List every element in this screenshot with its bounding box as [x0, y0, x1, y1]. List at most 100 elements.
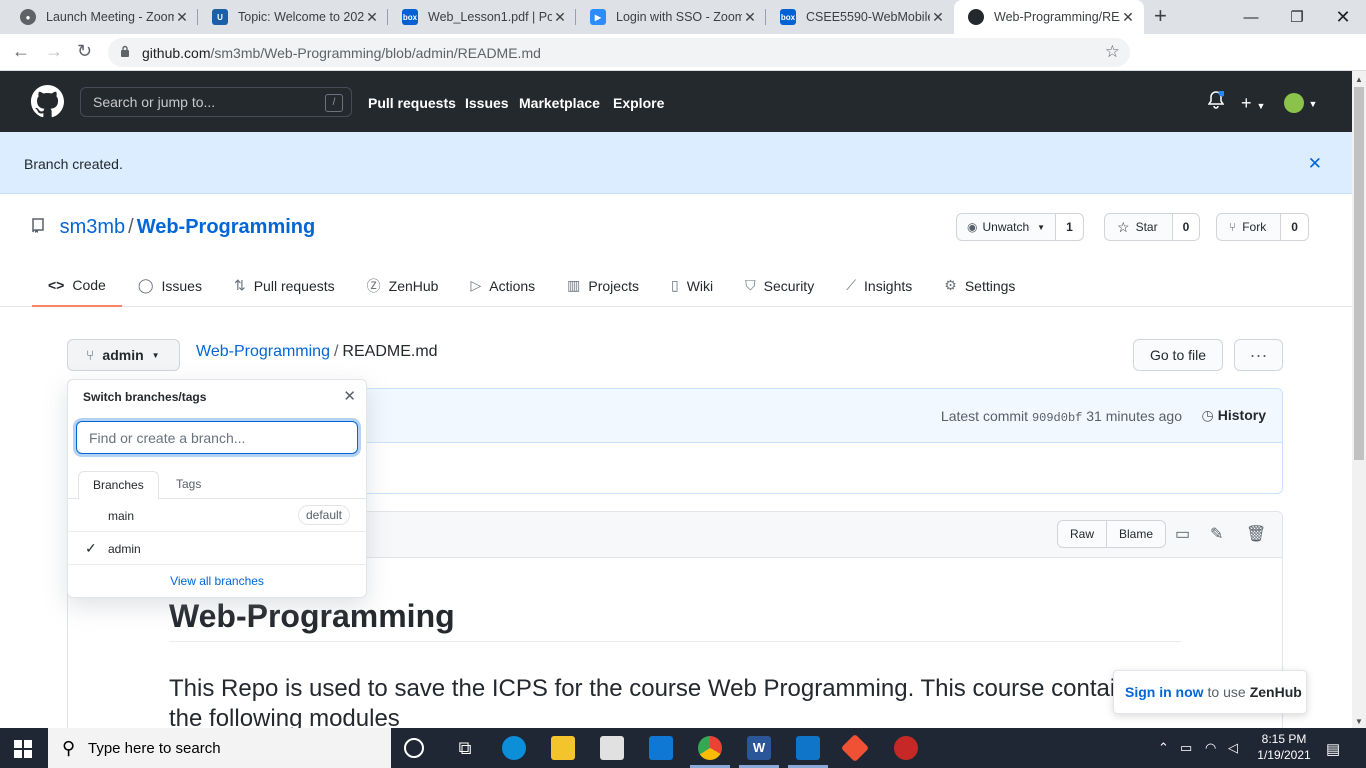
close-tab-icon[interactable]: ✕	[174, 9, 190, 26]
browser-tab[interactable]: ▶ Login with SSO - Zoom ✕	[576, 0, 766, 34]
branch-filter-input[interactable]: Find or create a branch...	[76, 421, 358, 454]
new-tab-icon[interactable]: +	[1154, 5, 1167, 27]
scroll-up-icon[interactable]: ▲	[1355, 75, 1363, 84]
browser-tab-active[interactable]: Web-Programming/RE/ ✕	[954, 0, 1144, 34]
mail-icon[interactable]	[649, 736, 673, 760]
watch-button[interactable]: ◉ Unwatch ▼ 1	[956, 213, 1084, 241]
tab-issues[interactable]: ◯ Issues	[122, 264, 218, 307]
back-icon[interactable]: ←	[12, 41, 30, 62]
wifi-icon[interactable]: ◠	[1205, 740, 1216, 756]
close-tab-icon[interactable]: ✕	[364, 9, 380, 26]
store-icon[interactable]	[600, 736, 624, 760]
zoom-icon: ▶	[590, 9, 606, 25]
tab-security[interactable]: ⛉ Security	[729, 264, 830, 307]
windows-start-icon[interactable]	[14, 740, 32, 758]
tab-pull-requests[interactable]: ⇅ Pull requests	[218, 264, 351, 307]
tab-actions[interactable]: ▷ Actions	[454, 264, 551, 307]
git-icon[interactable]	[840, 733, 870, 763]
notifications-icon[interactable]: ▤	[1326, 740, 1340, 758]
browser-tab[interactable]: U Topic: Welcome to 2021 ✕	[198, 0, 388, 34]
pull-request-icon: ⇅	[233, 277, 246, 293]
view-all-branches-link[interactable]: View all branches	[68, 574, 366, 588]
zenhub-sign-in-link[interactable]: Sign in now	[1125, 684, 1204, 700]
create-new-icon[interactable]: + ▼	[1241, 93, 1265, 114]
trash-icon[interactable]: 🗑	[1246, 524, 1266, 544]
nav-pull-requests[interactable]: Pull requests	[368, 95, 456, 111]
browser-tab[interactable]: ● Launch Meeting - Zoom ✕	[6, 0, 198, 34]
close-tab-icon[interactable]: ✕	[552, 9, 568, 26]
tray-chevron-icon[interactable]: ⌃	[1158, 740, 1169, 756]
desktop-icon[interactable]: ▭	[1175, 524, 1190, 544]
tab-tags[interactable]: Tags	[162, 471, 215, 500]
go-to-file-button[interactable]: Go to file	[1133, 339, 1223, 371]
browser-tab[interactable]: box CSEE5590-WebMobile- ✕	[766, 0, 954, 34]
task-view-icon[interactable]: ⧉	[453, 736, 477, 760]
nav-marketplace[interactable]: Marketplace	[519, 95, 600, 111]
taskbar-search-input[interactable]: ⚲ Type here to search	[48, 728, 391, 768]
star-count[interactable]: 0	[1172, 214, 1200, 240]
tab-wiki[interactable]: ▯ Wiki	[655, 264, 729, 307]
tab-settings[interactable]: ⚙ Settings	[928, 264, 1031, 307]
branch-item-admin[interactable]: ✓ admin	[68, 532, 366, 565]
tab-zenhub[interactable]: Ⓩ ZenHub	[351, 264, 455, 307]
fork-count[interactable]: 0	[1281, 214, 1308, 240]
github-header: Search or jump to... / Pull requests Iss…	[0, 71, 1352, 132]
branch-select-button[interactable]: ⑂ admin ▼	[67, 339, 180, 371]
scroll-down-icon[interactable]: ▼	[1355, 717, 1363, 726]
github-search-input[interactable]: Search or jump to... /	[80, 87, 352, 117]
more-options-icon[interactable]: ···	[1234, 339, 1283, 371]
app-icon[interactable]	[894, 736, 918, 760]
dismiss-flash-icon[interactable]: ✕	[1308, 154, 1322, 174]
file-explorer-icon[interactable]	[551, 736, 575, 760]
scrollbar-thumb[interactable]	[1354, 87, 1364, 460]
eye-icon: ◉	[967, 220, 978, 234]
readme-subheading: This Repo is used to save the ICPS for t…	[169, 675, 1116, 732]
tab-branches[interactable]: Branches	[78, 471, 159, 500]
star-button[interactable]: ☆ Star 0	[1104, 213, 1201, 241]
history-link[interactable]: ◷ History	[1202, 407, 1266, 424]
cortana-icon[interactable]	[404, 738, 424, 758]
fork-button[interactable]: ⑂ Fork 0	[1216, 213, 1309, 241]
reload-icon[interactable]: ↻	[77, 41, 92, 62]
browser-tab[interactable]: box Web_Lesson1.pdf | Pow ✕	[388, 0, 576, 34]
bell-icon[interactable]	[1207, 89, 1226, 114]
word-icon[interactable]: W	[747, 736, 771, 760]
github-logo-icon[interactable]	[31, 85, 64, 118]
forward-icon[interactable]: →	[45, 41, 63, 62]
tab-projects[interactable]: ▥ Projects	[551, 264, 655, 307]
dropdown-title: Switch branches/tags	[83, 390, 207, 404]
repo-name-link[interactable]: Web-Programming	[137, 216, 316, 238]
edge-icon[interactable]	[502, 736, 526, 760]
chrome-icon[interactable]	[698, 736, 722, 760]
address-bar[interactable]: github.com/sm3mb/Web-Programming/blob/ad…	[108, 38, 1130, 67]
vscode-icon[interactable]	[796, 736, 820, 760]
maximize-icon[interactable]: ❐	[1274, 0, 1320, 34]
url-path: /sm3mb/Web-Programming/blob/admin/README…	[210, 45, 541, 61]
battery-icon[interactable]: ▭	[1180, 740, 1192, 756]
user-avatar[interactable]: ▼	[1284, 93, 1317, 113]
tab-code[interactable]: <> Code	[32, 264, 122, 307]
close-icon[interactable]: ✕	[343, 387, 356, 405]
breadcrumb-repo-link[interactable]: Web-Programming	[196, 343, 330, 360]
box-icon: box	[402, 9, 418, 25]
minimize-icon[interactable]: —	[1228, 0, 1274, 34]
bookmark-star-icon[interactable]: ☆	[1105, 42, 1120, 62]
branch-item-main[interactable]: main default	[68, 499, 366, 532]
close-tab-icon[interactable]: ✕	[930, 9, 946, 26]
volume-icon[interactable]: ◁	[1228, 740, 1238, 756]
branch-icon: ⑂	[86, 347, 95, 363]
nav-explore[interactable]: Explore	[613, 95, 664, 111]
blame-button[interactable]: Blame	[1106, 521, 1165, 547]
repo-owner-link[interactable]: sm3mb	[60, 216, 126, 238]
pencil-icon[interactable]: ✎	[1210, 524, 1223, 544]
page-scrollbar[interactable]: ▲ ▼	[1352, 71, 1366, 728]
close-tab-icon[interactable]: ✕	[742, 9, 758, 26]
raw-button[interactable]: Raw	[1058, 521, 1106, 547]
commit-sha-link[interactable]: 909d0bf	[1032, 411, 1082, 425]
tab-insights[interactable]: ⟋ Insights	[830, 264, 928, 307]
close-tab-icon[interactable]: ✕	[1120, 9, 1136, 26]
nav-issues[interactable]: Issues	[465, 95, 509, 111]
window-close-icon[interactable]: ✕	[1320, 0, 1366, 34]
watch-count[interactable]: 1	[1056, 214, 1083, 240]
taskbar-clock[interactable]: 8:15 PM 1/19/2021	[1252, 731, 1316, 763]
